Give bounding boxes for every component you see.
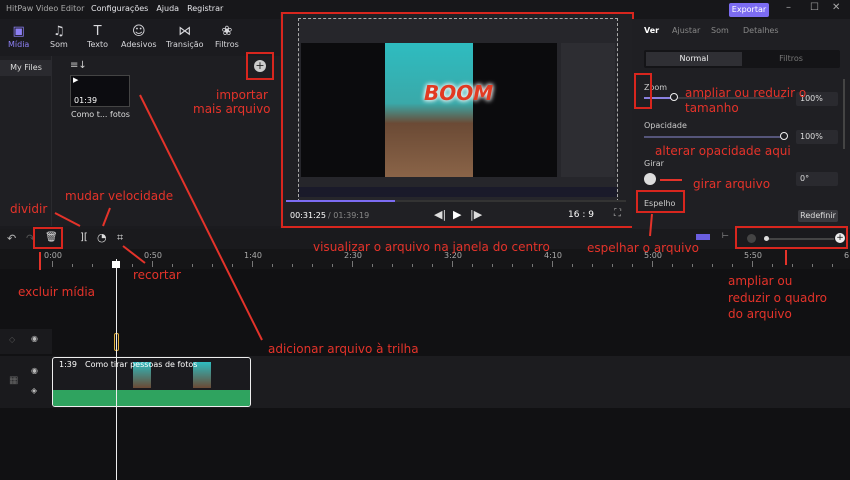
annotation-crop: recortar — [133, 268, 181, 282]
annotation-speed: mudar velocidade — [65, 189, 174, 203]
annotation-frame-3: do arquivo — [728, 307, 792, 321]
annotation-opacity: alterar opacidade aqui — [655, 144, 791, 158]
annotation-add-track: adicionar arquivo à trilha — [268, 342, 419, 356]
annotation-split: dividir — [10, 202, 48, 216]
annotation-zoom: ampliar ou reduzir o — [685, 86, 807, 100]
annotation-zoom-2: tamanho — [685, 101, 739, 115]
annotation-delete: excluir mídia — [18, 285, 96, 299]
annotation-rotate: girar arquivo — [693, 177, 771, 191]
annotation-import-2: mais arquivo — [193, 102, 271, 116]
annotation-mirror: espelhar o arquivo — [587, 241, 699, 255]
annotation-frame: ampliar ou — [728, 274, 793, 288]
annotation-preview: visualizar o arquivo na janela do centro — [313, 240, 550, 254]
annotation-import: importar — [216, 88, 268, 102]
annotation-frame-2: reduzir o quadro — [728, 291, 828, 305]
